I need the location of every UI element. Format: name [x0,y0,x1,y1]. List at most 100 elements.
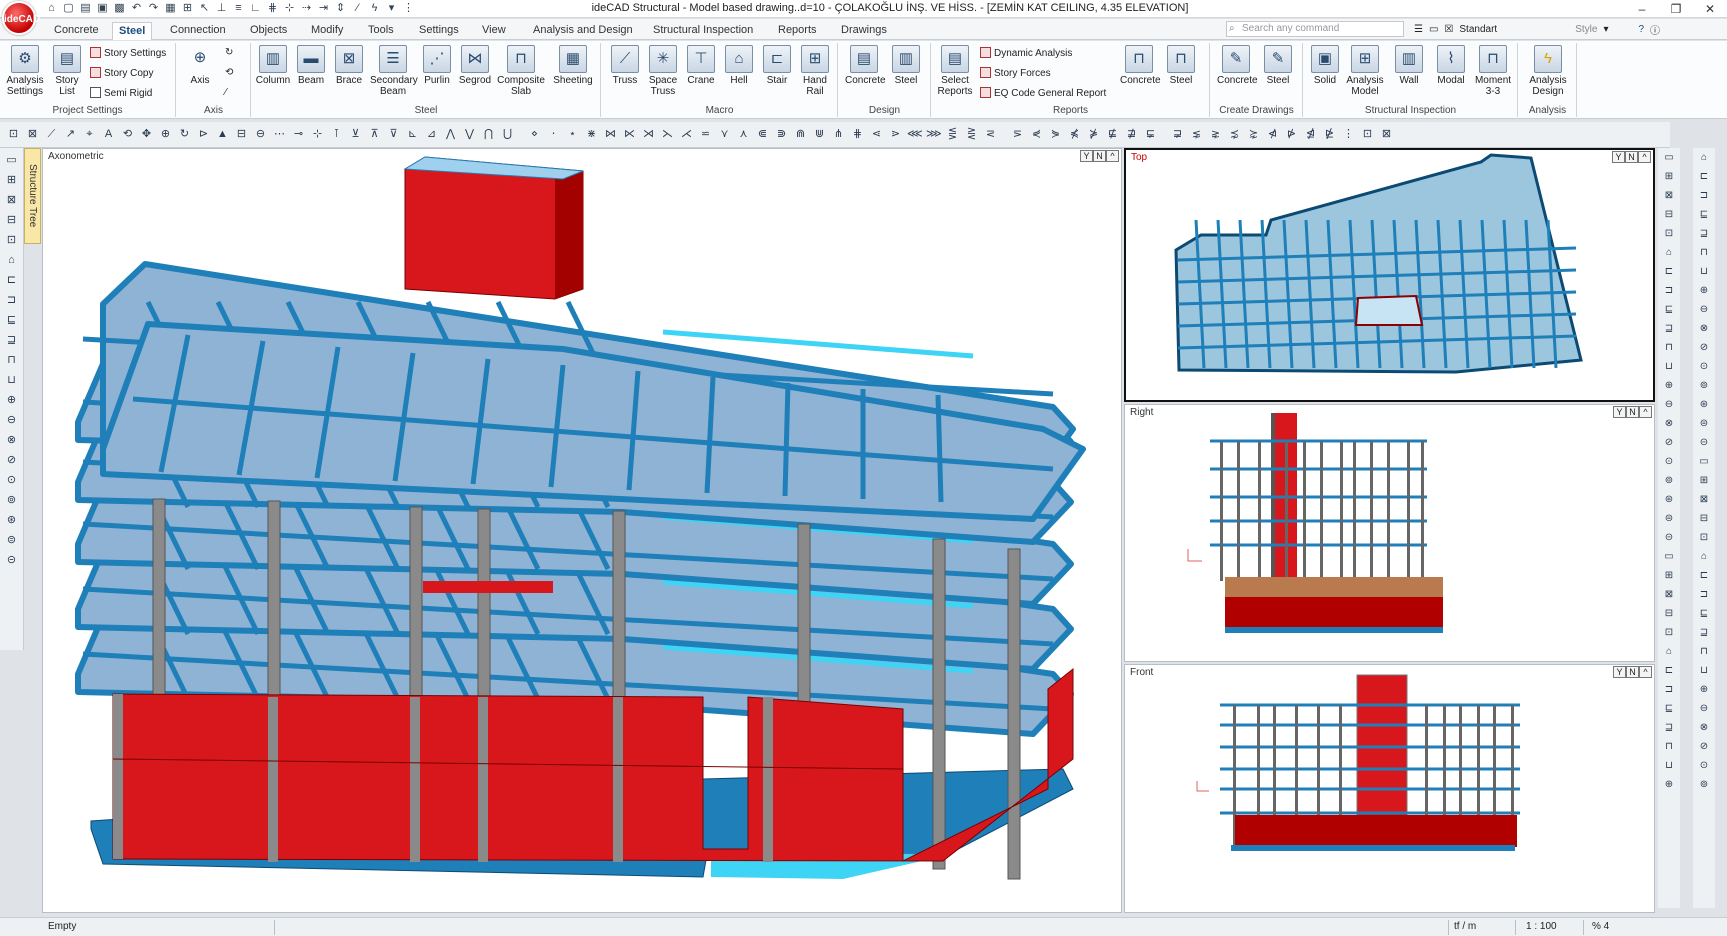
purlin-button[interactable]: ⋰ Purlin [418,45,456,86]
right-tool-icon[interactable]: ⊕ [1662,379,1676,393]
viewport-maximize-button[interactable]: ^ [1639,666,1652,678]
tab-modify[interactable]: Modify [305,22,349,40]
tab-tools[interactable]: Tools [362,22,400,40]
toolbar-tool-icon[interactable]: ⋎ [717,127,732,142]
right-tool-icon[interactable]: ⊑ [1697,607,1711,621]
right-tool-icon[interactable]: ⊘ [1662,436,1676,450]
toolbar-tool-icon[interactable]: ⋤ [1143,127,1158,142]
left-tool-icon[interactable]: ▭ [4,152,20,168]
viewport-y-button[interactable]: Y [1080,150,1093,162]
style-value[interactable]: Standart [1459,24,1497,35]
left-tool-icon[interactable]: ⊘ [4,452,20,468]
toolbar-tool-icon[interactable]: ⊠ [25,127,40,142]
left-tool-icon[interactable]: ⊚ [4,492,20,508]
lightning-icon[interactable]: ϟ [367,1,382,16]
toolbar-tool-icon[interactable]: ↻ [177,127,192,142]
left-tool-icon[interactable]: ⊞ [4,172,20,188]
beam-button[interactable]: ▬ Beam [292,45,330,86]
toolbar-tool-icon[interactable]: ⋑ [774,127,789,142]
toolbar-tool-icon[interactable]: ⋐ [755,127,770,142]
left-tool-icon[interactable]: ⊙ [4,472,20,488]
semi-rigid-checkbox[interactable]: Semi Rigid [90,87,152,100]
right-tool-icon[interactable]: ▭ [1662,151,1676,165]
left-tool-icon[interactable]: ⌂ [4,252,20,268]
toolbar-tool-icon[interactable]: ⋥ [1170,127,1185,142]
tab-objects[interactable]: Objects [244,22,293,40]
tab-reports[interactable]: Reports [772,22,823,40]
toolbar-tool-icon[interactable]: ⋓ [812,127,827,142]
toolbar-tool-icon[interactable]: ⋬ [1303,127,1318,142]
right-tool-icon[interactable]: ⊐ [1662,683,1676,697]
right-tool-icon[interactable]: ⊖ [1697,702,1711,716]
right-tool-icon[interactable]: ⊗ [1697,322,1711,336]
toolbar-tool-icon[interactable]: ⋗ [888,127,903,142]
right-elevation-view[interactable] [1125,405,1654,661]
toolbar-tool-icon[interactable]: ⌖ [82,127,97,142]
toolbar-tool-icon[interactable]: ⊕ [158,127,173,142]
toolbar-tool-icon[interactable]: ⊟ [234,127,249,142]
top-plan-view[interactable] [1126,150,1653,400]
right-tool-icon[interactable]: ⊒ [1662,322,1676,336]
toolbar-tool-icon[interactable]: ⋔ [831,127,846,142]
right-tool-icon[interactable]: ⊖ [1662,398,1676,412]
right-tool-icon[interactable]: ⊗ [1662,417,1676,431]
axis-refresh-icon[interactable]: ⟲ [225,67,233,79]
viewport-n-button[interactable]: N [1626,666,1639,678]
select-reports-button[interactable]: ▤ Select Reports [936,45,974,97]
toolbar-tool-icon[interactable]: ⋛ [964,127,979,142]
toolbar-tool-icon[interactable]: ⋦ [1189,127,1204,142]
segrod-button[interactable]: ⋈ Segrod [456,45,494,86]
right-tool-icon[interactable]: ⌂ [1662,246,1676,260]
toolbar-tool-icon[interactable]: ⟲ [120,127,135,142]
right-tool-icon[interactable]: ⊡ [1662,626,1676,640]
toolbar-tool-icon[interactable]: ⋚ [945,127,960,142]
story-list-button[interactable]: ▤ Story List [48,45,86,97]
right-tool-icon[interactable]: ⌂ [1697,151,1711,165]
status-zoom[interactable]: % 4 [1592,921,1609,932]
left-tool-icon[interactable]: ⊠ [4,192,20,208]
tab-analysis-and-design[interactable]: Analysis and Design [527,22,639,40]
right-tool-icon[interactable]: ⊕ [1697,284,1711,298]
tab-view[interactable]: View [476,22,512,40]
analysis-model-button[interactable]: ⊞ Analysis Model [1346,45,1384,97]
right-tool-icon[interactable]: ⊏ [1697,170,1711,184]
toolbar-tool-icon[interactable]: ⊠ [1379,127,1394,142]
axis-rotate-icon[interactable]: ↻ [225,47,233,59]
move-icon[interactable]: ⇥ [316,1,331,16]
status-scale[interactable]: 1 : 100 [1526,921,1557,932]
arrow-icon[interactable]: ⇢ [299,1,314,16]
maximize-button[interactable]: ❐ [1659,0,1693,18]
truss-button[interactable]: ⟋ Truss [606,45,644,86]
axonometric-model[interactable] [43,149,1122,913]
toolbar-tool-icon[interactable]: ⟋ [44,127,59,142]
left-tool-icon[interactable]: ⊟ [4,212,20,228]
toolbar-tool-icon[interactable]: ⋒ [793,127,808,142]
viewport-maximize-button[interactable]: ^ [1106,150,1119,162]
sheeting-button[interactable]: ▦ Sheeting [550,45,596,86]
analysis-design-button[interactable]: ϟ Analysis Design [1527,45,1569,97]
right-tool-icon[interactable]: ⊛ [1662,493,1676,507]
left-tool-icon[interactable]: ⊜ [4,532,20,548]
right-tool-icon[interactable]: ⊙ [1662,455,1676,469]
open-folder-icon[interactable]: ▤ [78,1,93,16]
toolbar-tool-icon[interactable]: ⋡ [1086,127,1101,142]
right-tool-icon[interactable]: ⊔ [1662,759,1676,773]
right-tool-icon[interactable]: ▭ [1662,550,1676,564]
toolbar-tool-icon[interactable]: ⋁ [462,127,477,142]
command-search-input[interactable]: ⌕ Search any command [1226,21,1404,37]
toolbar-tool-icon[interactable]: ⋏ [736,127,751,142]
right-tool-icon[interactable]: ⊑ [1662,303,1676,317]
right-tool-icon[interactable]: ⊞ [1662,569,1676,583]
toolbar-tool-icon[interactable]: ⋯ [272,127,287,142]
design-steel-button[interactable]: ▥ Steel [887,45,925,86]
toolbar-tool-icon[interactable]: ⊹ [310,127,325,142]
toolbar-tool-icon[interactable]: ⋄ [527,127,542,142]
viewport-y-button[interactable]: Y [1612,151,1625,163]
crane-button[interactable]: ⊤ Crane [682,45,720,86]
print-icon[interactable]: ▦ [163,1,178,16]
toolbar-tool-icon[interactable]: ⋊ [641,127,656,142]
viewport-top[interactable]: Top Y N ^ [1124,148,1655,402]
toolbar-tool-icon[interactable]: ⋟ [1048,127,1063,142]
right-tool-icon[interactable]: ⊒ [1697,227,1711,241]
hell-button[interactable]: ⌂ Hell [720,45,758,86]
